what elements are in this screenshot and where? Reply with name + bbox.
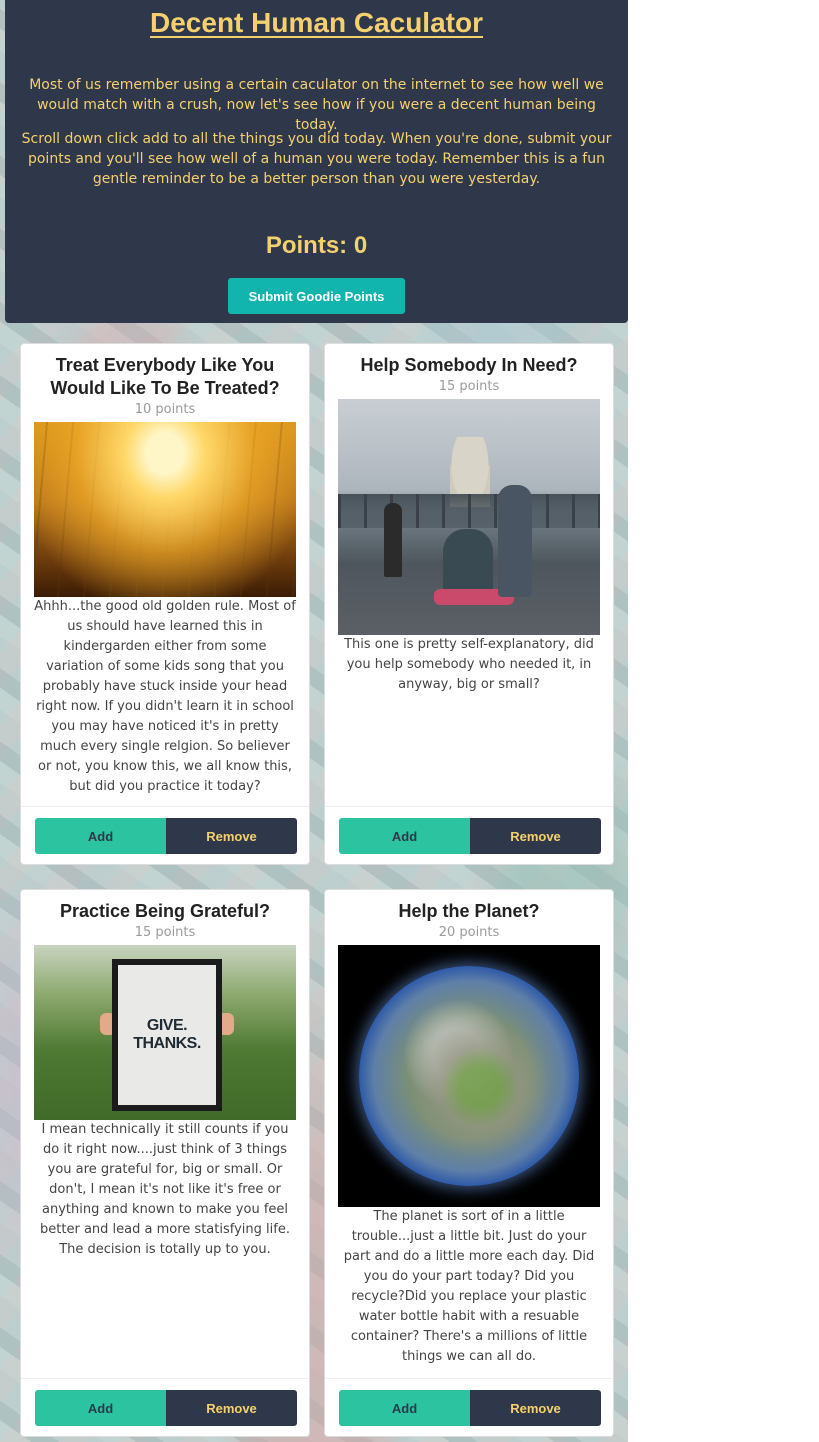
card-footer: Add Remove	[21, 1378, 309, 1436]
points-counter: Points: 0	[265, 232, 368, 259]
card-title: Practice Being Grateful?	[59, 901, 271, 921]
remove-button[interactable]: Remove	[470, 1390, 601, 1426]
card-planet: Help the Planet? 20 points The planet is…	[324, 889, 614, 1437]
card-title: Help Somebody In Need?	[360, 355, 578, 375]
give-thanks-image: GIVE. THANKS.	[34, 945, 296, 1120]
remove-button[interactable]: Remove	[166, 818, 297, 854]
helping-person-image	[338, 399, 600, 635]
card-description: I mean technically it still counts if yo…	[40, 1122, 290, 1257]
card-footer: Add Remove	[325, 1378, 613, 1436]
card-points: 15 points	[134, 925, 196, 940]
remove-button[interactable]: Remove	[470, 818, 601, 854]
intro-paragraph-1: Most of us remember using a certain cacu…	[29, 77, 604, 133]
card-title: Treat Everybody Like You Would Like To B…	[50, 355, 280, 398]
header-panel: Decent Human Caculator Most of us rememb…	[5, 0, 628, 323]
card-points: 10 points	[134, 402, 196, 417]
sign-text: GIVE. THANKS.	[133, 1017, 201, 1052]
card-title: Help the Planet?	[398, 901, 540, 921]
add-button[interactable]: Add	[35, 1390, 166, 1426]
remove-button[interactable]: Remove	[166, 1390, 297, 1426]
card-grateful: Practice Being Grateful? 15 points GIVE.…	[20, 889, 310, 1437]
card-description: This one is pretty self-explanatory, did…	[344, 637, 594, 692]
card-golden-rule: Treat Everybody Like You Would Like To B…	[20, 343, 310, 865]
planet-earth-image	[338, 945, 600, 1207]
page-title: Decent Human Caculator	[150, 7, 483, 38]
card-footer: Add Remove	[325, 806, 613, 864]
add-button[interactable]: Add	[339, 818, 470, 854]
card-points: 15 points	[438, 379, 500, 394]
card-help-somebody: Help Somebody In Need? 15 points This on…	[324, 343, 614, 865]
add-button[interactable]: Add	[339, 1390, 470, 1426]
card-description: Ahhh...the good old golden rule. Most of…	[34, 599, 296, 794]
intro-paragraph-2: Scroll down click add to all the things …	[21, 131, 612, 187]
add-button[interactable]: Add	[35, 818, 166, 854]
card-footer: Add Remove	[21, 806, 309, 864]
submit-points-button[interactable]: Submit Goodie Points	[228, 278, 405, 314]
card-points: 20 points	[438, 925, 500, 940]
card-description: The planet is sort of in a little troubl…	[343, 1209, 595, 1364]
golden-grass-image	[34, 422, 296, 597]
